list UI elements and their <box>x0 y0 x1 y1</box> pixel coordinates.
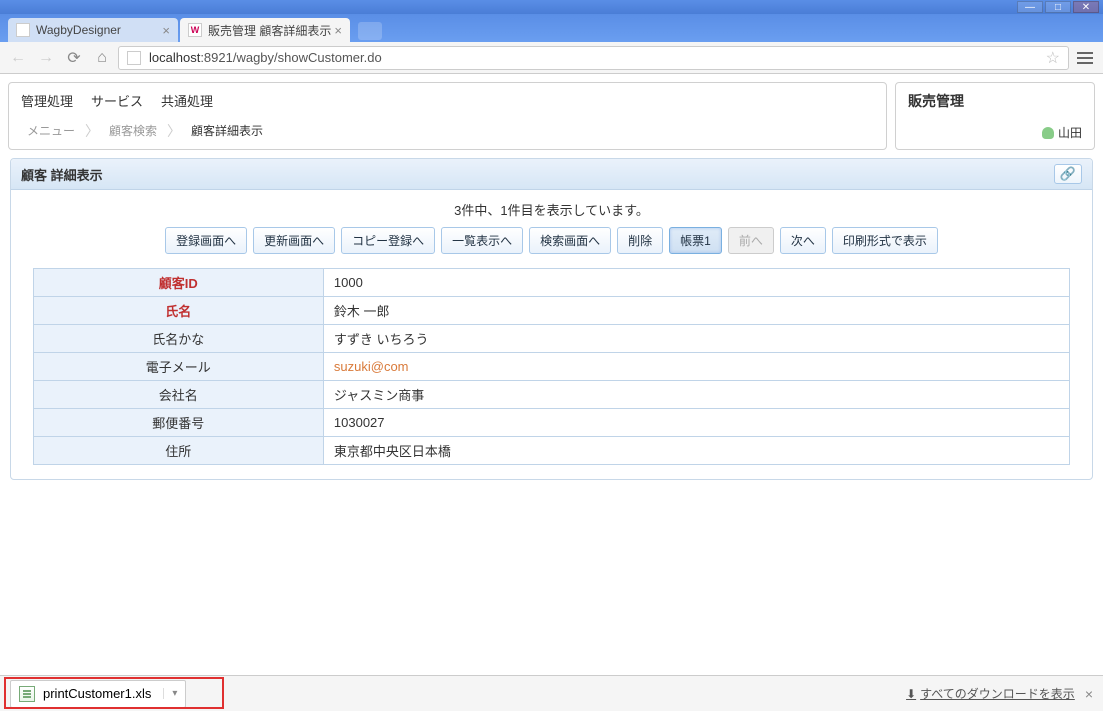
to-copy-button[interactable]: コピー登録へ <box>341 227 435 254</box>
chrome-menu-button[interactable] <box>1073 46 1097 70</box>
down-arrow-icon: ⬇ <box>906 687 916 701</box>
forward-button[interactable]: → <box>34 46 58 70</box>
user-row: 山田 <box>908 124 1082 141</box>
browser-tab-customer-detail[interactable]: W 販売管理 顧客詳細表示 × <box>180 18 350 42</box>
reload-button[interactable]: ⟳ <box>62 46 86 70</box>
address-bar[interactable]: localhost:8921/wagby/showCustomer.do ☆ <box>118 46 1069 70</box>
label-email: 電子メール <box>33 353 323 381</box>
row-postal: 郵便番号 1030027 <box>33 409 1070 437</box>
report1-button[interactable]: 帳票1 <box>669 227 722 254</box>
minimize-button[interactable]: — <box>1017 1 1043 13</box>
tab-close-icon[interactable]: × <box>162 23 170 38</box>
page-icon <box>16 23 30 37</box>
window-titlebar: — □ ✕ <box>0 0 1103 14</box>
menu-common[interactable]: 共通処理 <box>161 91 213 110</box>
print-view-button[interactable]: 印刷形式で表示 <box>832 227 938 254</box>
label-company: 会社名 <box>33 381 323 409</box>
tab-title: 販売管理 顧客詳細表示 <box>208 22 331 39</box>
row-company: 会社名 ジャスミン商事 <box>33 381 1070 409</box>
label-name: 氏名 <box>33 297 323 325</box>
value-customer-id: 1000 <box>323 269 1069 297</box>
close-download-bar-button[interactable]: × <box>1085 686 1093 702</box>
panel-header: 顧客 詳細表示 🔗 <box>11 159 1092 190</box>
record-status: 3件中、1件目を表示しています。 <box>11 190 1092 227</box>
download-bar-right: ⬇すべてのダウンロードを表示 × <box>906 685 1093 702</box>
label-name-kana: 氏名かな <box>33 325 323 353</box>
breadcrumb-search[interactable]: 顧客検索 <box>103 120 163 141</box>
row-address: 住所 東京都中央区日本橋 <box>33 437 1070 465</box>
user-name: 山田 <box>1058 124 1082 141</box>
delete-button[interactable]: 削除 <box>617 227 663 254</box>
download-bar: printCustomer1.xls ▾ ⬇すべてのダウンロードを表示 × <box>0 675 1103 711</box>
tab-close-icon[interactable]: × <box>334 23 342 38</box>
menu-admin[interactable]: 管理処理 <box>21 91 73 110</box>
row-name-kana: 氏名かな すずき いちろう <box>33 325 1070 353</box>
browser-tabstrip: WagbyDesigner × W 販売管理 顧客詳細表示 × <box>0 14 1103 42</box>
download-item[interactable]: printCustomer1.xls ▾ <box>10 680 186 708</box>
download-filename: printCustomer1.xls <box>43 686 151 701</box>
to-list-button[interactable]: 一覧表示へ <box>441 227 523 254</box>
close-window-button[interactable]: ✕ <box>1073 1 1099 13</box>
app-menu-bar: 管理処理 サービス 共通処理 <box>9 83 886 114</box>
excel-file-icon <box>19 686 35 702</box>
value-email: suzuki@com <box>323 353 1069 381</box>
email-link[interactable]: suzuki@com <box>334 359 409 374</box>
value-company: ジャスミン商事 <box>323 381 1069 409</box>
action-button-row: 登録画面へ 更新画面へ コピー登録へ 一覧表示へ 検索画面へ 削除 帳票1 前へ… <box>11 227 1092 268</box>
panel-title: 顧客 詳細表示 <box>21 165 1054 184</box>
value-name: 鈴木 一郎 <box>323 297 1069 325</box>
detail-panel: 顧客 詳細表示 🔗 3件中、1件目を表示しています。 登録画面へ 更新画面へ コ… <box>10 158 1093 480</box>
label-customer-id: 顧客ID <box>33 269 323 297</box>
user-icon <box>1042 127 1054 139</box>
value-address: 東京都中央区日本橋 <box>323 437 1069 465</box>
next-button[interactable]: 次へ <box>780 227 826 254</box>
page-header-row: 管理処理 サービス 共通処理 メニュー 〉 顧客検索 〉 顧客詳細表示 販売管理… <box>8 82 1095 150</box>
page-content: 管理処理 サービス 共通処理 メニュー 〉 顧客検索 〉 顧客詳細表示 販売管理… <box>0 74 1103 711</box>
browser-tab-wagbydesigner[interactable]: WagbyDesigner × <box>8 18 178 42</box>
new-tab-button[interactable] <box>358 22 382 40</box>
to-update-button[interactable]: 更新画面へ <box>253 227 335 254</box>
label-postal: 郵便番号 <box>33 409 323 437</box>
breadcrumb-menu[interactable]: メニュー <box>21 120 81 141</box>
link-button[interactable]: 🔗 <box>1054 164 1082 184</box>
site-info-icon[interactable] <box>127 51 141 65</box>
bookmark-star-icon[interactable]: ☆ <box>1046 48 1060 68</box>
to-register-button[interactable]: 登録画面へ <box>165 227 247 254</box>
chrome-window: — □ ✕ WagbyDesigner × W 販売管理 顧客詳細表示 × ← … <box>0 0 1103 711</box>
customer-detail-table: 顧客ID 1000 氏名 鈴木 一郎 氏名かな すずき いちろう 電子メール s… <box>33 268 1071 465</box>
browser-toolbar: ← → ⟳ ⌂ localhost:8921/wagby/showCustome… <box>0 42 1103 74</box>
main-header: 管理処理 サービス 共通処理 メニュー 〉 顧客検索 〉 顧客詳細表示 <box>8 82 887 150</box>
app-name: 販売管理 <box>908 91 1082 111</box>
value-postal: 1030027 <box>323 409 1069 437</box>
row-name: 氏名 鈴木 一郎 <box>33 297 1070 325</box>
window-controls: — □ ✕ <box>1017 1 1099 13</box>
url-text: localhost:8921/wagby/showCustomer.do <box>149 50 382 65</box>
row-email: 電子メール suzuki@com <box>33 353 1070 381</box>
maximize-button[interactable]: □ <box>1045 1 1071 13</box>
app-info-box: 販売管理 山田 <box>895 82 1095 150</box>
page-icon: W <box>188 23 202 37</box>
home-button[interactable]: ⌂ <box>90 46 114 70</box>
tab-title: WagbyDesigner <box>36 23 121 37</box>
label-address: 住所 <box>33 437 323 465</box>
download-menu-arrow[interactable]: ▾ <box>163 688 177 699</box>
chevron-right-icon: 〉 <box>167 121 181 141</box>
show-all-downloads-link[interactable]: ⬇すべてのダウンロードを表示 <box>906 685 1075 702</box>
back-button[interactable]: ← <box>6 46 30 70</box>
menu-service[interactable]: サービス <box>91 91 143 110</box>
prev-button: 前へ <box>728 227 774 254</box>
breadcrumb: メニュー 〉 顧客検索 〉 顧客詳細表示 <box>9 114 886 149</box>
to-search-button[interactable]: 検索画面へ <box>529 227 611 254</box>
row-customer-id: 顧客ID 1000 <box>33 269 1070 297</box>
value-name-kana: すずき いちろう <box>323 325 1069 353</box>
chevron-right-icon: 〉 <box>85 121 99 141</box>
breadcrumb-current: 顧客詳細表示 <box>185 120 269 141</box>
